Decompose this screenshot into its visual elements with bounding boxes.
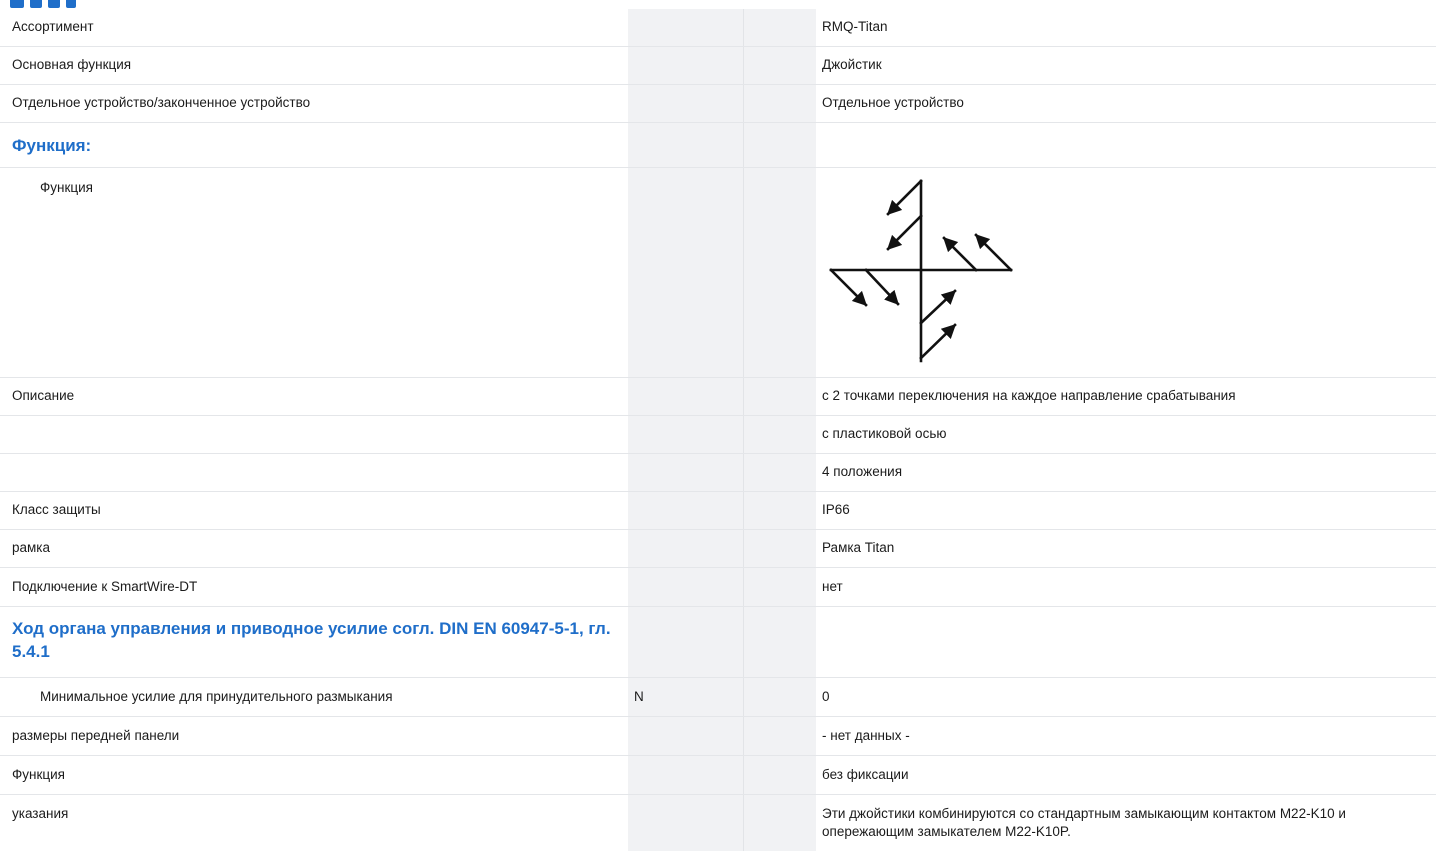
table-row: рамка Рамка Titan bbox=[0, 530, 1436, 568]
section-title: Функция: bbox=[12, 136, 92, 155]
row-label: Отдельное устройство/законченное устройс… bbox=[12, 95, 311, 110]
row-value: Рамка Titan bbox=[822, 540, 895, 555]
row-value: с пластиковой осью bbox=[822, 426, 947, 441]
row-value: IP66 bbox=[822, 502, 850, 517]
row-label: рамка bbox=[12, 540, 51, 555]
row-label: Подключение к SmartWire-DT bbox=[12, 579, 198, 594]
row-label: Описание bbox=[12, 388, 75, 403]
row-label: Функция bbox=[12, 767, 65, 782]
joystick-switching-function-diagram-icon bbox=[829, 179, 1013, 363]
table-row: Класс защиты IP66 bbox=[0, 492, 1436, 530]
row-value: Эти джойстики комбинируются со стандартн… bbox=[822, 806, 1346, 839]
table-row: Подключение к SmartWire-DT нет bbox=[0, 568, 1436, 607]
row-label: Основная функция bbox=[12, 57, 132, 72]
row-value: - нет данных - bbox=[822, 728, 910, 743]
row-value: 4 положения bbox=[822, 464, 903, 479]
section-header-row: Ход органа управления и приводное усилие… bbox=[0, 607, 1436, 678]
row-label: указания bbox=[12, 806, 69, 821]
table-row: Описание с 2 точками переключения на каж… bbox=[0, 378, 1436, 416]
table-row: Отдельное устройство/законченное устройс… bbox=[0, 85, 1436, 123]
row-value: 0 bbox=[822, 689, 830, 704]
row-label: размеры передней панели bbox=[12, 728, 180, 743]
table-row: Функция bbox=[0, 168, 1436, 378]
row-label: Ассортимент bbox=[12, 19, 94, 34]
table-row: размеры передней панели - нет данных - bbox=[0, 717, 1436, 756]
row-value: без фиксации bbox=[822, 767, 909, 782]
row-unit: N bbox=[634, 689, 644, 704]
table-row: Минимальное усилие для принудительного р… bbox=[0, 678, 1436, 717]
section-header-row: Функция: bbox=[0, 123, 1436, 168]
row-value: RMQ-Titan bbox=[822, 19, 888, 34]
section-title: Ход органа управления и приводное усилие… bbox=[12, 619, 611, 661]
table-row: Ассортимент RMQ-Titan bbox=[0, 9, 1436, 47]
row-value: нет bbox=[822, 579, 843, 594]
row-label: Минимальное усилие для принудительного р… bbox=[40, 689, 393, 704]
table-row: указания Эти джойстики комбинируются со … bbox=[0, 795, 1436, 851]
row-label: Функция bbox=[40, 180, 93, 195]
table-row: 4 положения bbox=[0, 454, 1436, 492]
row-value: Отдельное устройство bbox=[822, 95, 964, 110]
row-value: Джойстик bbox=[822, 57, 882, 72]
table-row: Функция без фиксации bbox=[0, 756, 1436, 795]
row-label: Класс защиты bbox=[12, 502, 101, 517]
row-value: с 2 точками переключения на каждое напра… bbox=[822, 388, 1236, 403]
cut-off-heading-fragment bbox=[0, 0, 1436, 9]
table-row: с пластиковой осью bbox=[0, 416, 1436, 454]
table-row: Основная функция Джойстик bbox=[0, 47, 1436, 85]
